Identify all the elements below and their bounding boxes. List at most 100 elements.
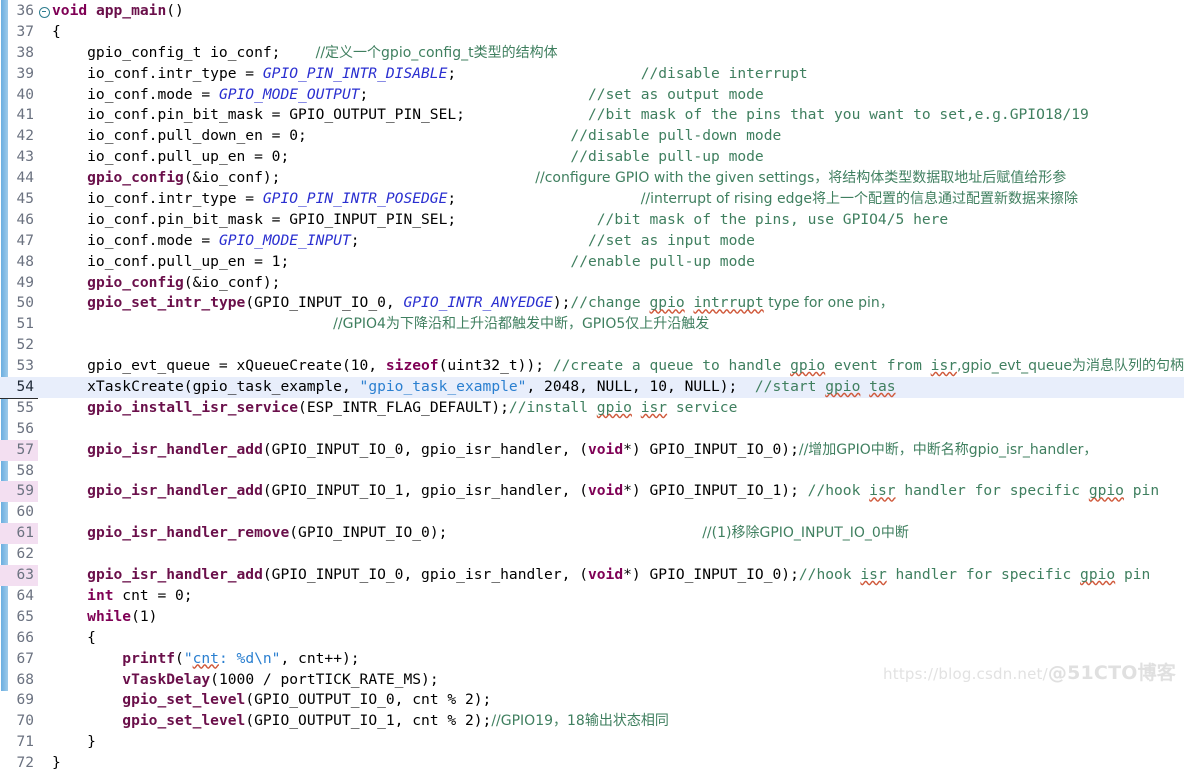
line-number[interactable]: 48 [0,252,38,273]
line-number[interactable]: 36 [0,1,38,22]
code-line[interactable]: 51 //GPIO4为下降沿和上升沿都触发中断，GPIO5仅上升沿触发 [0,314,1184,335]
line-number[interactable]: 58 [0,461,38,482]
code-text[interactable]: gpio_set_level(GPIO_OUTPUT_IO_1, cnt % 2… [52,711,1184,732]
minus-icon[interactable] [39,7,50,18]
code-line[interactable]: 59 gpio_isr_handler_add(GPIO_INPUT_IO_1,… [0,481,1184,503]
line-number[interactable]: 70 [0,711,38,732]
code-text[interactable]: while(1) [52,607,1184,628]
code-line[interactable]: 47 io_conf.mode = GPIO_MODE_INPUT; //set… [0,231,1184,252]
code-line[interactable]: 40 io_conf.mode = GPIO_MODE_OUTPUT; //se… [0,85,1184,106]
line-number[interactable]: 57 [0,439,38,461]
code-text[interactable]: io_conf.pull_down_en = 0; //disable pull… [52,126,1184,147]
line-number[interactable]: 69 [0,690,38,711]
line-number[interactable]: 40 [0,85,38,106]
line-number[interactable]: 72 [0,753,38,774]
line-number[interactable]: 68 [0,670,38,691]
line-number[interactable]: 45 [0,189,38,210]
line-number[interactable]: 46 [0,210,38,231]
line-number[interactable]: 55 [0,398,38,419]
code-line[interactable]: 39 io_conf.intr_type = GPIO_PIN_INTR_DIS… [0,64,1184,85]
code-text[interactable]: } [52,732,1184,753]
code-text[interactable]: io_conf.intr_type = GPIO_PIN_INTR_DISABL… [52,64,1184,85]
line-number[interactable]: 50 [0,293,38,314]
code-line[interactable]: 57 gpio_isr_handler_add(GPIO_INPUT_IO_0,… [0,439,1184,461]
line-number[interactable]: 60 [0,502,38,523]
line-number[interactable]: 62 [0,544,38,565]
line-number[interactable]: 41 [0,105,38,126]
code-line[interactable]: 49 gpio_config(&io_conf); [0,273,1184,294]
line-number[interactable]: 67 [0,649,38,670]
code-line[interactable]: 69 gpio_set_level(GPIO_OUTPUT_IO_0, cnt … [0,690,1184,711]
code-text[interactable]: gpio_set_intr_type(GPIO_INPUT_IO_0, GPIO… [52,293,1184,314]
code-line[interactable]: 41 io_conf.pin_bit_mask = GPIO_OUTPUT_PI… [0,105,1184,126]
line-number[interactable]: 43 [0,147,38,168]
code-line[interactable]: 71 } [0,732,1184,753]
code-text[interactable]: io_conf.mode = GPIO_MODE_OUTPUT; //set a… [52,85,1184,106]
line-number[interactable]: 37 [0,22,38,43]
code-line[interactable]: 72} [0,753,1184,774]
line-number[interactable]: 52 [0,335,38,356]
code-text[interactable]: io_conf.pull_up_en = 1; //enable pull-up… [52,252,1184,273]
line-number[interactable]: 63 [0,565,38,586]
code-text[interactable]: gpio_evt_queue = xQueueCreate(10, sizeof… [52,356,1184,377]
code-line[interactable]: 55 gpio_install_isr_service(ESP_INTR_FLA… [0,398,1184,419]
code-text[interactable]: void app_main() [52,1,1184,22]
code-text[interactable]: gpio_isr_handler_add(GPIO_INPUT_IO_0, gp… [52,440,1184,461]
line-number[interactable]: 54 [0,377,38,399]
line-number[interactable]: 53 [0,356,38,377]
code-text[interactable]: int cnt = 0; [52,586,1184,607]
line-number[interactable]: 66 [0,628,38,649]
code-line[interactable]: 44 gpio_config(&io_conf); //configure GP… [0,168,1184,189]
code-line[interactable]: 36 void app_main() [0,1,1184,22]
code-text[interactable]: io_conf.intr_type = GPIO_PIN_INTR_POSEDG… [52,189,1184,210]
line-number[interactable]: 44 [0,168,38,189]
line-number[interactable]: 47 [0,231,38,252]
code-line[interactable]: 64 int cnt = 0; [0,586,1184,607]
code-line[interactable]: 43 io_conf.pull_up_en = 0; //disable pul… [0,147,1184,168]
code-text[interactable]: gpio_isr_handler_remove(GPIO_INPUT_IO_0)… [52,523,1184,544]
code-line[interactable]: 63 gpio_isr_handler_add(GPIO_INPUT_IO_0,… [0,565,1184,586]
line-number[interactable]: 42 [0,126,38,147]
line-number[interactable]: 39 [0,64,38,85]
code-text[interactable]: gpio_config(&io_conf); [52,273,1184,294]
code-text[interactable]: io_conf.pin_bit_mask = GPIO_INPUT_PIN_SE… [52,210,1184,231]
code-text[interactable]: gpio_isr_handler_add(GPIO_INPUT_IO_0, gp… [52,565,1184,586]
code-text[interactable]: gpio_install_isr_service(ESP_INTR_FLAG_D… [52,398,1184,419]
fold-collapse-icon[interactable] [38,1,52,18]
code-line[interactable]: 52 [0,335,1184,356]
code-line[interactable]: 60 [0,502,1184,523]
code-line[interactable]: 54 xTaskCreate(gpio_task_example, "gpio_… [0,377,1184,399]
code-line[interactable]: 42 io_conf.pull_down_en = 0; //disable p… [0,126,1184,147]
code-line[interactable]: 66 { [0,628,1184,649]
line-number[interactable]: 51 [0,314,38,335]
code-line[interactable]: 58 [0,461,1184,482]
code-text[interactable]: io_conf.mode = GPIO_MODE_INPUT; //set as… [52,231,1184,252]
code-line[interactable]: 37 { [0,22,1184,43]
code-text[interactable]: gpio_isr_handler_add(GPIO_INPUT_IO_1, gp… [52,481,1184,502]
code-text[interactable]: } [52,753,1184,774]
line-number[interactable]: 49 [0,273,38,294]
code-line[interactable]: 46 io_conf.pin_bit_mask = GPIO_INPUT_PIN… [0,210,1184,231]
code-line[interactable]: 62 [0,544,1184,565]
code-text[interactable]: //GPIO4为下降沿和上升沿都触发中断，GPIO5仅上升沿触发 [52,314,1184,335]
code-line[interactable]: 65 while(1) [0,607,1184,628]
line-number[interactable]: 56 [0,419,38,440]
code-line[interactable]: 45 io_conf.intr_type = GPIO_PIN_INTR_POS… [0,189,1184,210]
code-text[interactable]: gpio_config(&io_conf); //configure GPIO … [52,168,1184,189]
code-text[interactable]: io_conf.pin_bit_mask = GPIO_OUTPUT_PIN_S… [52,105,1184,126]
line-number[interactable]: 71 [0,732,38,753]
line-number[interactable]: 38 [0,43,38,64]
code-line[interactable]: 50 gpio_set_intr_type(GPIO_INPUT_IO_0, G… [0,293,1184,314]
code-text[interactable]: gpio_set_level(GPIO_OUTPUT_IO_0, cnt % 2… [52,690,1184,711]
code-line[interactable]: 38 gpio_config_t io_conf; //定义一个gpio_con… [0,43,1184,64]
code-line[interactable]: 61 gpio_isr_handler_remove(GPIO_INPUT_IO… [0,523,1184,545]
line-number[interactable]: 65 [0,607,38,628]
code-text[interactable]: gpio_config_t io_conf; //定义一个gpio_config… [52,43,1184,64]
line-number[interactable]: 64 [0,586,38,607]
line-number[interactable]: 59 [0,481,38,503]
code-text[interactable]: xTaskCreate(gpio_task_example, "gpio_tas… [52,377,1184,398]
code-editor[interactable]: 36 void app_main() 37 {38 gpio_config_t io_… [0,0,1184,771]
code-line[interactable]: 70 gpio_set_level(GPIO_OUTPUT_IO_1, cnt … [0,711,1184,732]
code-line[interactable]: 48 io_conf.pull_up_en = 1; //enable pull… [0,252,1184,273]
code-text[interactable]: { [52,22,1184,43]
